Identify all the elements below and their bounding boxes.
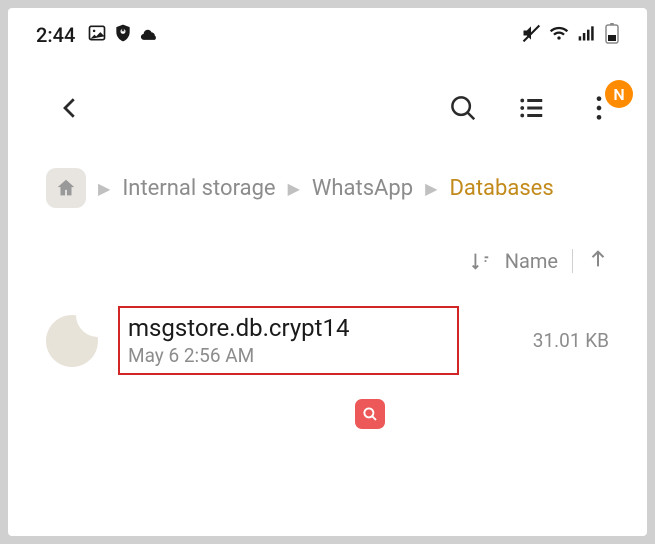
back-button[interactable] bbox=[48, 86, 92, 130]
cloud-icon bbox=[139, 26, 159, 45]
search-overlay-button[interactable] bbox=[355, 399, 385, 429]
breadcrumb-databases[interactable]: Databases bbox=[449, 176, 553, 201]
breadcrumb-home-button[interactable] bbox=[46, 168, 86, 208]
file-icon bbox=[46, 315, 98, 367]
avatar[interactable]: N bbox=[605, 80, 633, 108]
more-menu-button[interactable]: N bbox=[581, 90, 617, 126]
battery-icon bbox=[605, 22, 619, 48]
status-bar: 2:44 bbox=[8, 8, 647, 56]
status-time: 2:44 bbox=[36, 23, 75, 47]
sort-bar: Name bbox=[8, 226, 647, 286]
mute-icon bbox=[521, 23, 541, 47]
chevron-right-icon: ▶ bbox=[425, 179, 437, 198]
view-list-button[interactable] bbox=[513, 90, 549, 126]
file-list: msgstore.db.crypt14 May 6 2:56 AM 31.01 … bbox=[8, 286, 647, 395]
file-row[interactable]: msgstore.db.crypt14 May 6 2:56 AM 31.01 … bbox=[46, 306, 609, 375]
image-icon bbox=[87, 23, 107, 47]
sort-options-button[interactable] bbox=[469, 250, 491, 272]
shield-icon bbox=[113, 23, 133, 47]
sort-label[interactable]: Name bbox=[505, 249, 558, 273]
sort-direction-button[interactable] bbox=[587, 248, 609, 274]
wifi-icon bbox=[549, 23, 569, 47]
app-bar: N bbox=[8, 56, 647, 150]
chevron-right-icon: ▶ bbox=[98, 179, 110, 198]
breadcrumb-whatsapp[interactable]: WhatsApp bbox=[312, 176, 413, 201]
search-button[interactable] bbox=[445, 90, 481, 126]
breadcrumb-internal-storage[interactable]: Internal storage bbox=[122, 176, 275, 201]
chevron-right-icon: ▶ bbox=[288, 179, 300, 198]
signal-icon bbox=[577, 23, 597, 47]
breadcrumb: ▶ Internal storage ▶ WhatsApp ▶ Database… bbox=[8, 150, 647, 226]
file-size: 31.01 KB bbox=[519, 329, 609, 352]
divider bbox=[572, 249, 573, 273]
file-name: msgstore.db.crypt14 bbox=[128, 314, 489, 342]
file-date: May 6 2:56 AM bbox=[128, 344, 489, 367]
file-manager-screen: 2:44 bbox=[8, 8, 647, 536]
